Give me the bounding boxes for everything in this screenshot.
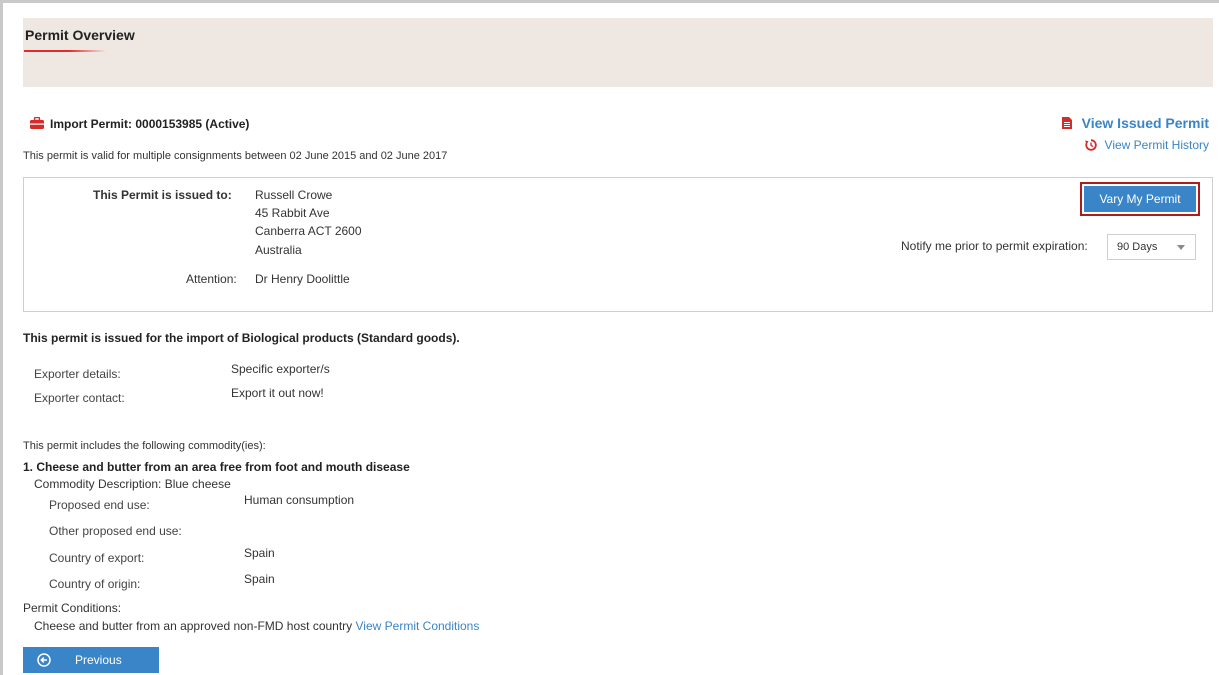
- exporter-contact-value: Export it out now!: [231, 386, 324, 400]
- proposed-end-use-label: Proposed end use:: [49, 498, 150, 512]
- exporter-contact-label: Exporter contact:: [34, 391, 125, 405]
- document-icon: [1061, 117, 1072, 129]
- commodity-description: Commodity Description: Blue cheese: [34, 477, 231, 491]
- notify-expiration-label: Notify me prior to permit expiration:: [901, 239, 1088, 253]
- address-line: 45 Rabbit Ave: [255, 206, 330, 220]
- exporter-details-label: Exporter details:: [34, 367, 121, 381]
- permit-conditions-text: Cheese and butter from an approved non-F…: [34, 619, 353, 633]
- country-of-export-label: Country of export:: [49, 551, 145, 565]
- country-of-origin-value: Spain: [244, 572, 275, 586]
- permit-title: Import Permit: 0000153985 (Active): [50, 117, 250, 131]
- view-permit-conditions-link[interactable]: View Permit Conditions: [356, 619, 480, 633]
- exporter-details-value: Specific exporter/s: [231, 362, 330, 376]
- notify-expiration-select[interactable]: 90 Days: [1107, 234, 1196, 260]
- frame-border-left: [0, 0, 3, 675]
- view-permit-history-link[interactable]: View Permit History: [1084, 138, 1209, 152]
- briefcase-icon: [30, 117, 44, 129]
- permit-conditions-label: Permit Conditions:: [23, 601, 122, 615]
- issued-to-label: This Permit is issued to:: [93, 188, 232, 202]
- overview-header: [23, 18, 1213, 87]
- permit-conditions-line: Cheese and butter from an approved non-F…: [34, 619, 479, 633]
- attention-value: Dr Henry Doolittle: [255, 272, 350, 286]
- other-end-use-label: Other proposed end use:: [49, 524, 182, 538]
- country-of-origin-label: Country of origin:: [49, 577, 141, 591]
- permit-purpose: This permit is issued for the import of …: [23, 331, 460, 345]
- vary-my-permit-button[interactable]: Vary My Permit: [1084, 186, 1196, 212]
- address-line: Australia: [255, 243, 302, 257]
- country-of-export-value: Spain: [244, 546, 275, 560]
- view-issued-permit-label: View Issued Permit: [1081, 115, 1209, 131]
- view-permit-history-label: View Permit History: [1104, 138, 1209, 152]
- notify-expiration-value: 90 Days: [1117, 241, 1158, 253]
- chevron-down-icon: [1177, 245, 1185, 250]
- proposed-end-use-value: Human consumption: [244, 493, 355, 507]
- history-icon: [1084, 139, 1097, 151]
- frame-border-top: [0, 0, 1219, 3]
- page-frame: Permit Overview Import Permit: 000015398…: [0, 0, 1219, 675]
- permit-validity: This permit is valid for multiple consig…: [23, 150, 448, 162]
- address-line: Canberra ACT 2600: [255, 224, 362, 238]
- page-title: Permit Overview: [25, 27, 135, 43]
- previous-button[interactable]: Previous: [23, 647, 159, 673]
- commodities-intro: This permit includes the following commo…: [23, 440, 266, 452]
- title-underline: [24, 50, 106, 52]
- previous-button-label: Previous: [75, 653, 122, 667]
- commodity-title: 1. Cheese and butter from an area free f…: [23, 460, 410, 474]
- address-line: Russell Crowe: [255, 188, 333, 202]
- view-issued-permit-link[interactable]: View Issued Permit: [1061, 115, 1209, 131]
- arrow-left-circle-icon: [37, 653, 51, 667]
- attention-label: Attention:: [186, 272, 237, 286]
